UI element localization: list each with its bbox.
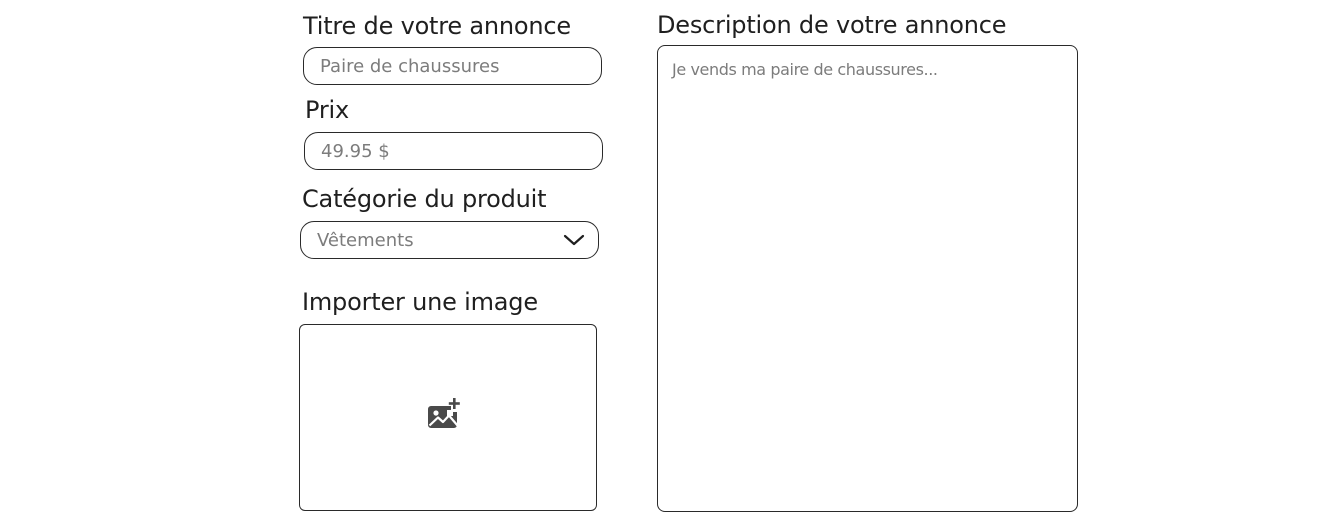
title-label: Titre de votre annonce <box>303 12 571 40</box>
add-image-icon[interactable] <box>427 397 463 431</box>
price-input[interactable]: 49.95 $ <box>304 132 603 170</box>
category-selected-value: Vêtements <box>317 229 414 251</box>
title-input-placeholder: Paire de chaussures <box>320 55 500 77</box>
description-label: Description de votre annonce <box>657 11 1007 39</box>
price-label: Prix <box>305 96 349 124</box>
description-textarea[interactable]: Je vends ma paire de chaussures... <box>657 45 1078 512</box>
image-label: Importer une image <box>302 288 538 316</box>
category-label: Catégorie du produit <box>302 185 547 213</box>
image-upload-dropzone[interactable] <box>299 324 597 511</box>
title-input[interactable]: Paire de chaussures <box>303 47 602 85</box>
chevron-down-icon[interactable] <box>563 233 585 247</box>
price-input-placeholder: 49.95 $ <box>321 140 390 162</box>
category-select[interactable]: Vêtements <box>300 221 599 259</box>
description-placeholder: Je vends ma paire de chaussures... <box>672 60 938 79</box>
